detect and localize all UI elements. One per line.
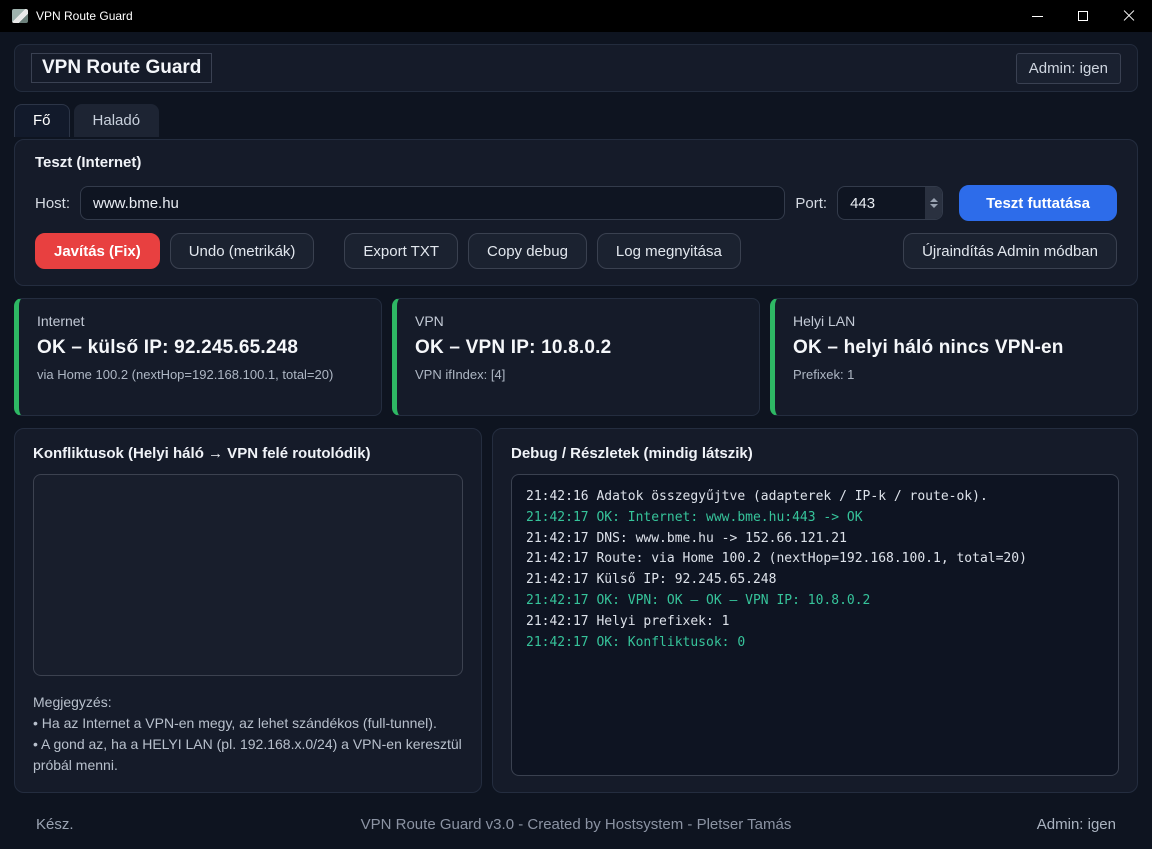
debug-title: Debug / Részletek (mindig látszik) (511, 445, 1119, 462)
admin-status-badge: Admin: igen (1016, 53, 1121, 84)
card-detail: via Home 100.2 (nextHop=192.168.100.1, t… (37, 366, 363, 384)
status-cards: Internet OK – külső IP: 92.245.65.248 vi… (14, 298, 1138, 416)
actions-row: Javítás (Fix) Undo (metrikák) Export TXT… (35, 233, 1117, 269)
card-detail: Prefixek: 1 (793, 366, 1119, 384)
window-title: VPN Route Guard (36, 9, 1014, 23)
log-line: 21:42:17 OK: Konfliktusok: 0 (526, 633, 1104, 654)
tab-bar: Fő Haladó (14, 104, 1138, 137)
fix-button[interactable]: Javítás (Fix) (35, 233, 160, 269)
minimize-icon (1032, 16, 1043, 17)
copy-debug-button[interactable]: Copy debug (468, 233, 587, 269)
card-headline: OK – VPN IP: 10.8.0.2 (415, 337, 741, 359)
app-window: VPN Route Guard VPN Route Guard Admin: i… (0, 0, 1152, 832)
log-line: 21:42:16 Adatok összegyűjtve (adapterek … (526, 487, 1104, 508)
card-title: Internet (37, 313, 363, 329)
note-line: • A gond az, ha a HELYI LAN (pl. 192.168… (33, 734, 463, 776)
close-icon (1123, 10, 1135, 22)
debug-panel: Debug / Részletek (mindig látszik) 21:42… (492, 428, 1138, 793)
tab-fo[interactable]: Fő (14, 104, 70, 137)
log-line: 21:42:17 OK: VPN: OK – OK – VPN IP: 10.8… (526, 591, 1104, 612)
card-headline: OK – helyi háló nincs VPN-en (793, 337, 1119, 359)
minimize-button[interactable] (1014, 0, 1060, 32)
log-line: 21:42:17 Helyi prefixek: 1 (526, 612, 1104, 633)
footer-credit: VPN Route Guard v3.0 - Created by Hostsy… (276, 816, 876, 833)
export-txt-button[interactable]: Export TXT (344, 233, 458, 269)
log-line: 21:42:17 OK: Internet: www.bme.hu:443 ->… (526, 508, 1104, 529)
note-title: Megjegyzés: (33, 692, 463, 713)
test-panel: Teszt (Internet) Host: Port: Teszt futta… (14, 139, 1138, 286)
status-text: Kész. (36, 816, 276, 833)
port-spinner[interactable] (925, 187, 942, 219)
spinner-down-icon (930, 204, 938, 208)
conflicts-notes: Megjegyzés: • Ha az Internet a VPN-en me… (33, 692, 463, 776)
card-headline: OK – külső IP: 92.245.65.248 (37, 337, 363, 359)
log-line: 21:42:17 Route: via Home 100.2 (nextHop=… (526, 549, 1104, 570)
tab-halado[interactable]: Haladó (74, 104, 160, 137)
app-icon (12, 9, 28, 23)
port-label: Port: (795, 195, 827, 212)
footer-admin-status: Admin: igen (876, 816, 1116, 833)
conflict-list[interactable] (33, 474, 463, 676)
test-panel-title: Teszt (Internet) (35, 154, 1117, 171)
maximize-button[interactable] (1060, 0, 1106, 32)
app-header: VPN Route Guard Admin: igen (14, 44, 1138, 92)
host-row: Host: Port: Teszt futtatása (35, 185, 1117, 221)
host-input[interactable] (80, 186, 785, 220)
card-title: VPN (415, 313, 741, 329)
status-card-vpn: VPN OK – VPN IP: 10.8.0.2 VPN ifIndex: [… (392, 298, 760, 416)
status-card-lan: Helyi LAN OK – helyi háló nincs VPN-en P… (770, 298, 1138, 416)
note-line: • Ha az Internet a VPN-en megy, az lehet… (33, 713, 463, 734)
log-line: 21:42:17 DNS: www.bme.hu -> 152.66.121.2… (526, 529, 1104, 550)
card-detail: VPN ifIndex: [4] (415, 366, 741, 384)
run-test-button[interactable]: Teszt futtatása (959, 185, 1117, 221)
host-label: Host: (35, 195, 70, 212)
undo-button[interactable]: Undo (metrikák) (170, 233, 315, 269)
open-log-button[interactable]: Log megnyitása (597, 233, 741, 269)
spinner-up-icon (930, 198, 938, 202)
restart-admin-button[interactable]: Újraindítás Admin módban (903, 233, 1117, 269)
status-card-internet: Internet OK – külső IP: 92.245.65.248 vi… (14, 298, 382, 416)
conflicts-panel: Konfliktusok (Helyi háló → VPN felé rout… (14, 428, 482, 793)
maximize-icon (1078, 11, 1088, 21)
card-title: Helyi LAN (793, 313, 1119, 329)
titlebar: VPN Route Guard (0, 0, 1152, 32)
page-title: VPN Route Guard (31, 53, 212, 83)
bottom-row: Konfliktusok (Helyi háló → VPN felé rout… (14, 428, 1138, 793)
status-bar: Kész. VPN Route Guard v3.0 - Created by … (0, 805, 1152, 849)
debug-log[interactable]: 21:42:16 Adatok összegyűjtve (adapterek … (511, 474, 1119, 776)
log-line: 21:42:17 Külső IP: 92.245.65.248 (526, 570, 1104, 591)
close-button[interactable] (1106, 0, 1152, 32)
conflicts-title: Konfliktusok (Helyi háló → VPN felé rout… (33, 445, 463, 462)
port-field (837, 186, 943, 220)
main-content: VPN Route Guard Admin: igen Fő Haladó Te… (0, 32, 1152, 805)
